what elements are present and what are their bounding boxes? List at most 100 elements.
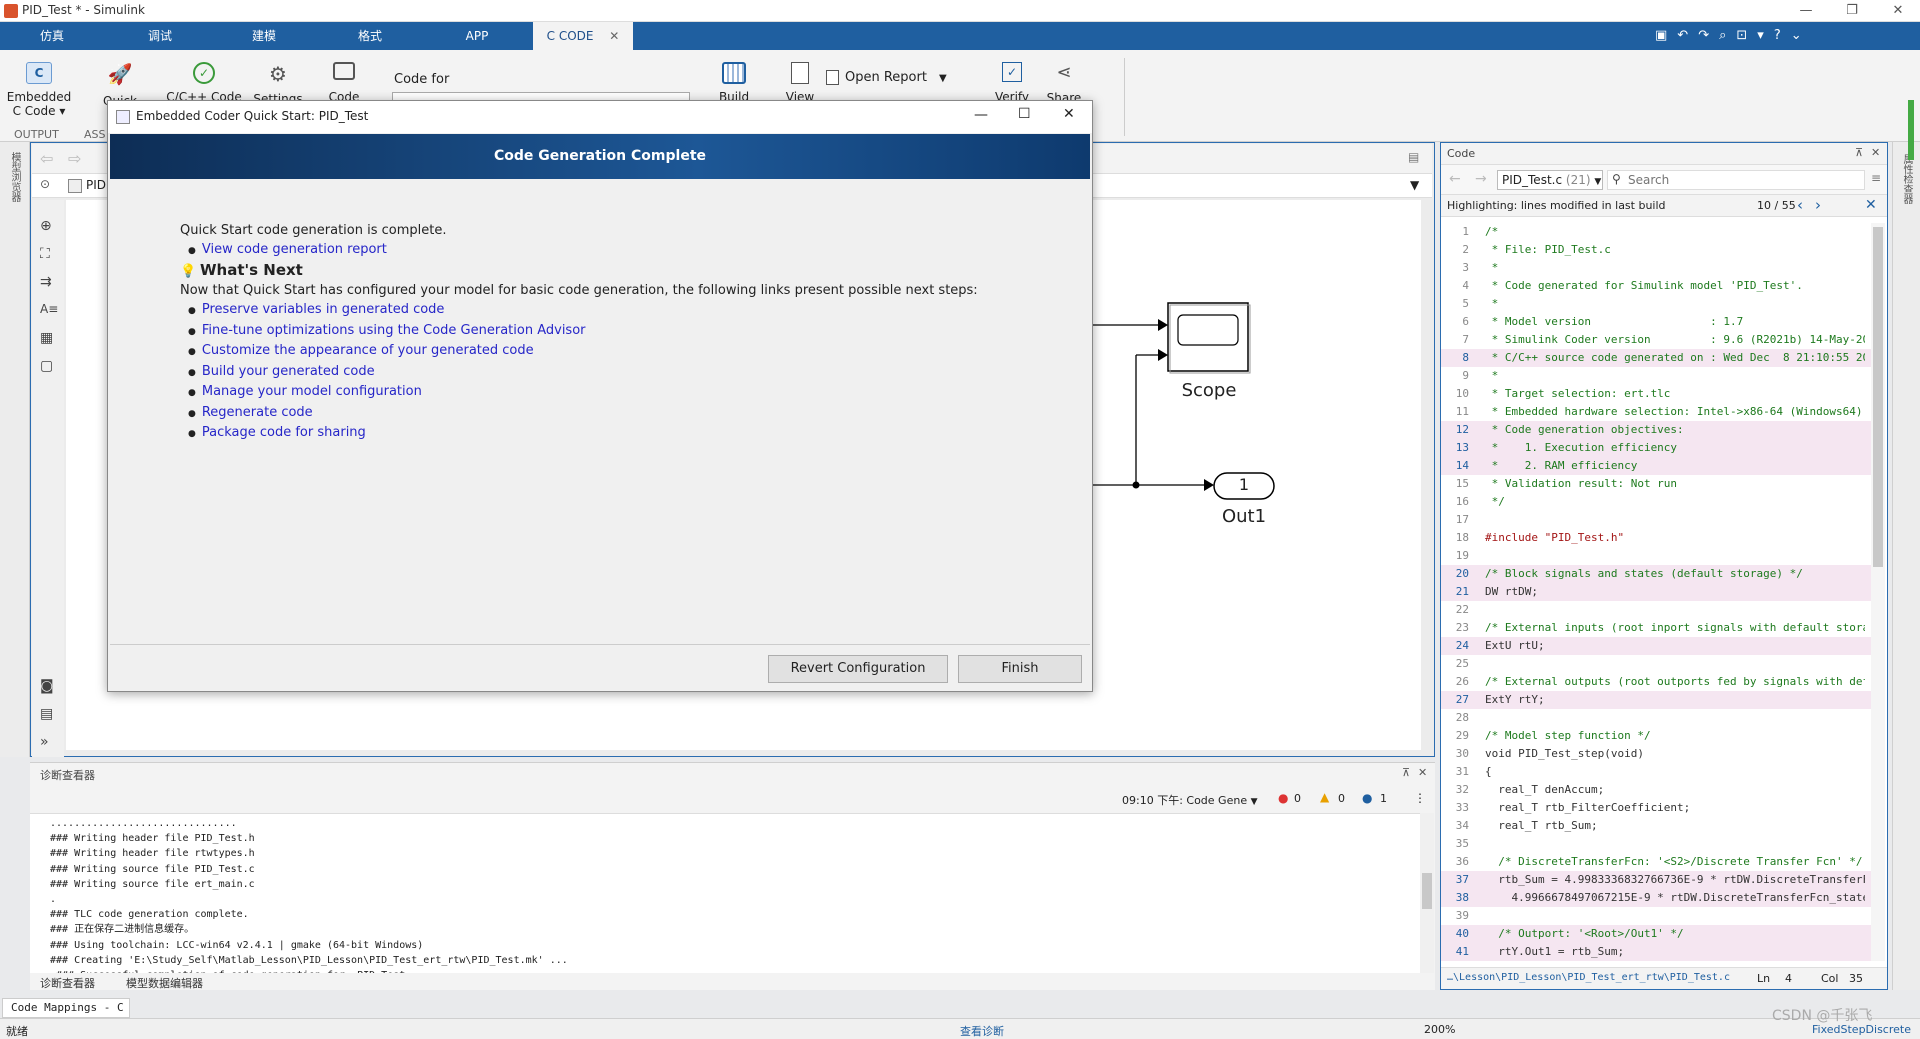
prev-match-icon[interactable]: ‹ (1797, 196, 1803, 214)
dialog-close-button[interactable]: ✕ (1063, 106, 1075, 122)
model-browser-strip[interactable]: 模型浏览器 (0, 142, 30, 757)
whats-next-title: What's Next (200, 261, 303, 279)
zoom-icon[interactable]: ⊕ (40, 218, 52, 234)
panel-close-icon[interactable]: ✕ (1871, 146, 1880, 159)
help-icon[interactable]: ? (1774, 28, 1791, 43)
code-back-icon[interactable]: ← (1449, 171, 1461, 187)
expand-icon[interactable]: » (40, 734, 49, 750)
line-text: * (1485, 261, 1499, 274)
panel-menu-icon[interactable]: ▤ (1408, 150, 1419, 164)
view-report-link[interactable]: View code generation report (202, 242, 387, 257)
dropdown-icon[interactable]: ▾ (1757, 28, 1774, 43)
line-text: /* External inputs (root inport signals … (1485, 621, 1865, 634)
dialog-intro: Quick Start code generation is complete. (180, 223, 447, 238)
restore-button[interactable]: ❐ (1829, 0, 1875, 22)
tab-modeling[interactable]: 建模 (232, 22, 296, 50)
code-panel-header: Code ⊼ ✕ (1441, 143, 1887, 165)
diag-menu-icon[interactable]: ⋮ (1414, 791, 1426, 805)
scope-block[interactable] (1167, 302, 1251, 374)
fit-view-icon[interactable]: ⛶ (40, 246, 50, 262)
next-step-link[interactable]: Build your generated code (202, 364, 375, 379)
area-icon[interactable]: ▢ (40, 358, 53, 374)
info-icon[interactable]: ● (1362, 791, 1372, 805)
line-number: 26 (1455, 675, 1469, 688)
code-interface-button[interactable]: Code (322, 62, 366, 104)
view-diagnostics-link[interactable]: 查看诊断 (960, 1023, 1004, 1039)
code-search[interactable]: ⚲ (1607, 170, 1865, 190)
diag-scrollbar[interactable] (1420, 813, 1434, 973)
back-icon[interactable]: ⇦ (40, 149, 53, 168)
warning-icon[interactable]: ▲ (1320, 790, 1329, 804)
code-scroll-thumb[interactable] (1873, 227, 1883, 567)
embedded-c-code-button[interactable]: C Embedded C Code ▾ (4, 62, 74, 118)
verify-button[interactable]: ✓ Verify (992, 62, 1032, 104)
breadcrumb-dropdown-icon[interactable]: ▼ (1410, 178, 1419, 192)
code-line: 3 * (1441, 259, 1871, 277)
dialog-maximize-button[interactable]: ☐ (1018, 106, 1031, 122)
line-number: 2 (1462, 243, 1469, 256)
share-button[interactable]: ⋖ Share (1044, 62, 1084, 105)
revert-configuration-button[interactable]: Revert Configuration (768, 655, 948, 683)
code-mappings-tab[interactable]: Code Mappings - C (2, 998, 130, 1018)
error-icon[interactable]: ● (1278, 791, 1288, 805)
code-menu-icon[interactable]: ≡ (1871, 171, 1881, 185)
redo-icon[interactable]: ↷ (1698, 28, 1719, 43)
file-select[interactable]: PID_Test.c (21) ▼ (1497, 170, 1603, 190)
tab-close-icon[interactable]: ✕ (609, 29, 619, 43)
next-step-link[interactable]: Package code for sharing (202, 425, 366, 440)
diag-time-select[interactable]: 09:10 下午: Code Gene ▼ (1122, 792, 1258, 808)
tab-simulation[interactable]: 仿真 (20, 22, 84, 50)
next-step-link[interactable]: Regenerate code (202, 405, 313, 420)
next-step-link[interactable]: Manage your model configuration (202, 384, 422, 399)
build-button[interactable]: Build (714, 62, 754, 104)
find-icon[interactable]: ⊡ (1736, 28, 1757, 43)
property-icon[interactable]: ▤ (40, 706, 53, 722)
diag-scroll-thumb[interactable] (1422, 873, 1432, 909)
code-line: 28 (1441, 709, 1871, 727)
diag-tab-1[interactable]: 诊断查看器 (40, 975, 95, 991)
view-code-button[interactable]: View (782, 62, 818, 104)
finish-button[interactable]: Finish (958, 655, 1082, 683)
property-inspector-strip[interactable]: 属性检查器 (1892, 142, 1920, 990)
diag-pin-icon[interactable]: ⊼ (1402, 766, 1410, 779)
code-lines[interactable]: 1/* 2 * File: PID_Test.c 3 * 4 * Code gener… (1441, 223, 1871, 961)
next-step-link[interactable]: Preserve variables in generated code (202, 302, 445, 317)
embedded-c-icon: C (26, 62, 52, 84)
diag-tab-2[interactable]: 模型数据编辑器 (126, 975, 203, 991)
arrow-icon[interactable]: ⇉ (40, 274, 52, 290)
open-report-button[interactable]: Open Report ▼ (826, 70, 947, 85)
save-icon[interactable]: ▣ (1655, 28, 1677, 43)
hide-explorer-icon[interactable]: ⊙ (40, 177, 50, 191)
tab-c-code[interactable]: C CODE ✕ (533, 22, 633, 50)
breadcrumb[interactable]: PID (86, 178, 106, 192)
bullet: ● (188, 408, 196, 419)
diag-close-icon[interactable]: ✕ (1418, 766, 1427, 779)
code-forward-icon[interactable]: → (1475, 171, 1487, 187)
image-icon[interactable]: ▦ (40, 330, 53, 346)
line-text: rtY.Out1 = rtb_Sum; (1485, 945, 1625, 958)
next-step-link[interactable]: Customize the appearance of your generat… (202, 343, 534, 358)
collapse-icon[interactable]: ⌄ (1791, 28, 1812, 43)
code-scrollbar[interactable] (1871, 223, 1885, 961)
next-match-icon[interactable]: › (1815, 196, 1821, 214)
tab-format[interactable]: 格式 (338, 22, 402, 50)
solver-link[interactable]: FixedStepDiscrete (1812, 1023, 1911, 1036)
search-input[interactable] (1628, 172, 1858, 188)
dialog-minimize-button[interactable]: — (974, 107, 988, 123)
search-icon[interactable]: ⌕ (1719, 28, 1736, 43)
clear-highlight-icon[interactable]: ✕ (1865, 197, 1877, 213)
check-code-button[interactable]: ✓ C/C++ Code (166, 62, 242, 104)
close-button[interactable]: ✕ (1875, 0, 1920, 22)
tab-debug[interactable]: 调试 (128, 22, 192, 50)
simulink-logo-icon (4, 4, 18, 18)
forward-icon[interactable]: ⇨ (68, 149, 81, 168)
pin-icon[interactable]: ⊼ (1855, 146, 1863, 159)
line-number: 29 (1455, 729, 1469, 742)
undo-icon[interactable]: ↶ (1677, 28, 1698, 43)
tab-app[interactable]: APP (445, 22, 509, 50)
camera-icon[interactable]: ◙ (40, 678, 54, 694)
annotation-icon[interactable]: A≡ (40, 302, 58, 316)
next-step-link[interactable]: Fine-tune optimizations using the Code G… (202, 323, 586, 338)
diag-log[interactable]: ............................... ### Writi… (30, 813, 1420, 973)
minimize-button[interactable]: — (1783, 0, 1829, 22)
